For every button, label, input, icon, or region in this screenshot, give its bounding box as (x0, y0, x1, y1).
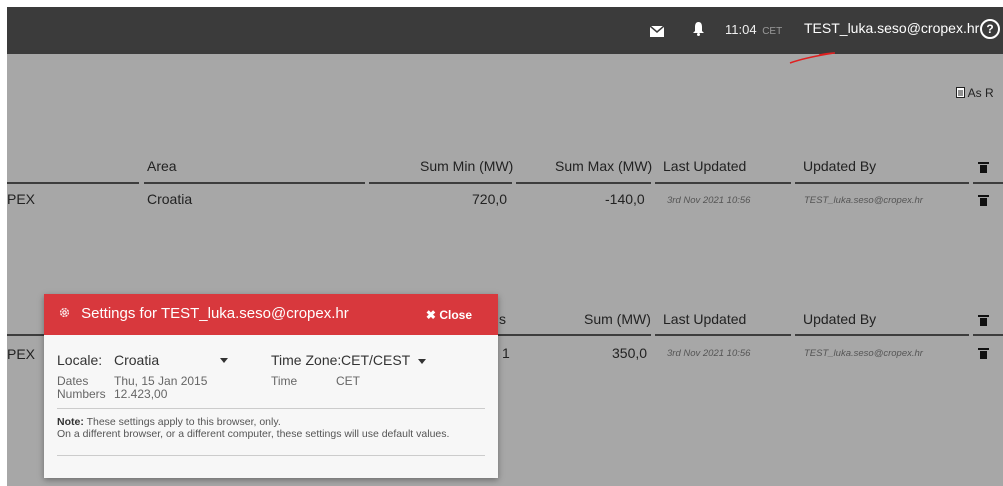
note-line-1: These settings apply to this browser, on… (86, 416, 281, 428)
mail-icon[interactable] (649, 24, 665, 42)
gear-icon (58, 305, 75, 322)
numbers-label: Numbers (57, 387, 106, 401)
col-header-sum-max[interactable]: Sum Max (MW) (555, 158, 652, 174)
help-icon[interactable]: ? (980, 19, 1000, 39)
top-bar: 11:04 CET TEST_luka.seso@cropex.hr ? (7, 7, 1003, 54)
timezone-label: Time Zone: (271, 352, 342, 368)
table-1-header-rule (516, 182, 651, 184)
red-annotation-scribble (789, 52, 836, 64)
table-2-header-rule (7, 334, 47, 336)
locale-select[interactable]: Croatia (114, 352, 234, 368)
modal-divider (57, 455, 485, 456)
col-header-last-updated[interactable]: Last Updated (663, 158, 746, 174)
table-1-header-rule (655, 182, 791, 184)
row-sum-min: 720,0 (472, 191, 508, 207)
chevron-down-icon (220, 358, 228, 363)
col-header-sum[interactable]: Sum (MW) (584, 311, 651, 327)
table-2-header-rule (498, 334, 651, 336)
table-1-header-rule (7, 182, 139, 184)
settings-modal-title: Settings for TEST_luka.seso@cropex.hr (81, 305, 349, 322)
table-1-header-rule (369, 182, 512, 184)
as-report-label: As R (967, 86, 994, 100)
note-label: Note: (57, 416, 84, 428)
report-icon (956, 87, 965, 98)
close-button[interactable]: ✖ Close (426, 308, 472, 322)
settings-note: Note: These settings apply to this brows… (57, 416, 449, 440)
timezone-value: CET/CEST (341, 352, 410, 368)
numbers-value: 12.423,00 (114, 387, 168, 401)
col-header-updated-by[interactable]: Updated By (803, 158, 876, 174)
settings-modal-title-wrap: Settings for TEST_luka.seso@cropex.hr (58, 305, 349, 322)
time-value: CET (336, 374, 360, 388)
modal-divider (57, 408, 485, 409)
user-menu[interactable]: TEST_luka.seso@cropex.hr (804, 20, 979, 36)
chevron-down-icon (417, 358, 426, 364)
row-last-updated: 3rd Nov 2021 10:56 (667, 348, 751, 359)
clock-time: 11:04 (725, 22, 757, 37)
bell-icon[interactable] (693, 22, 704, 41)
table-1-header-rule (973, 182, 1003, 184)
table-2-header-rule (973, 334, 1003, 336)
settings-modal: Settings for TEST_luka.seso@cropex.hr ✖ … (44, 294, 498, 478)
locale-value: Croatia (114, 352, 160, 368)
row-sum: 350,0 (612, 345, 648, 361)
row-updated-by: TEST_luka.seso@cropex.hr (804, 195, 923, 206)
note-line-2: On a different browser, or a different c… (57, 428, 450, 440)
table-1-header-rule (144, 182, 365, 184)
close-icon: ✖ (425, 308, 436, 322)
col-header-partial[interactable]: s (499, 311, 506, 327)
settings-modal-header: Settings for TEST_luka.seso@cropex.hr ✖ … (44, 294, 498, 335)
time-label: Time (271, 374, 298, 388)
row-partial: 1 (502, 345, 510, 361)
row-sum-max: -140,0 (605, 191, 645, 207)
dates-label: Dates (57, 374, 89, 388)
table-1-header-rule (795, 182, 969, 184)
app-window: 11:04 CET TEST_luka.seso@cropex.hr ? As … (7, 7, 1003, 486)
close-label: Close (439, 308, 472, 322)
row-name: PEX (7, 346, 36, 362)
row-area: Croatia (147, 191, 193, 207)
trash-icon[interactable] (978, 315, 989, 326)
col-header-area[interactable]: Area (147, 158, 177, 174)
clock-timezone: CET (762, 26, 783, 37)
row-name: PEX (7, 191, 36, 207)
trash-icon[interactable] (978, 195, 989, 206)
timezone-select[interactable]: CET/CEST (341, 352, 426, 368)
col-header-last-updated[interactable]: Last Updated (663, 311, 746, 327)
locale-label: Locale: (57, 352, 103, 368)
trash-icon[interactable] (978, 162, 989, 173)
row-updated-by: TEST_luka.seso@cropex.hr (804, 348, 923, 359)
dates-value: Thu, 15 Jan 2015 (114, 374, 208, 388)
col-header-sum-min[interactable]: Sum Min (MW) (420, 158, 513, 174)
row-last-updated: 3rd Nov 2021 10:56 (667, 195, 751, 206)
clock: 11:04 CET (725, 22, 782, 37)
as-report-button[interactable]: As R (956, 86, 994, 100)
table-2-header-rule (795, 334, 969, 336)
trash-icon[interactable] (978, 348, 989, 359)
table-2-header-rule (655, 334, 791, 336)
col-header-updated-by[interactable]: Updated By (803, 311, 876, 327)
